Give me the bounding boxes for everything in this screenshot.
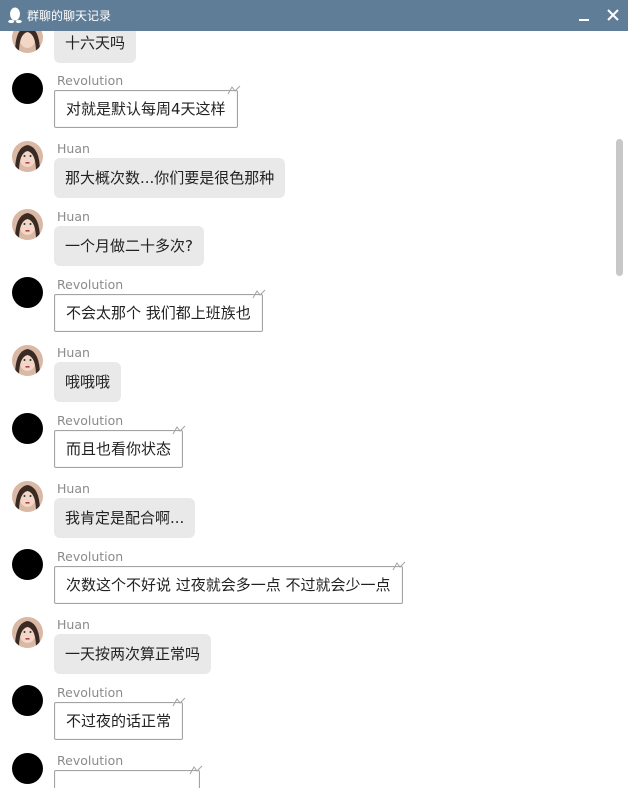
sender-name: Huan bbox=[57, 209, 90, 224]
avatar bbox=[12, 753, 43, 784]
bubble-corner-decoration bbox=[227, 85, 240, 95]
bubble-corner-decoration bbox=[172, 425, 186, 435]
window-title: 群聊的聊天记录 bbox=[27, 9, 112, 23]
avatar bbox=[12, 481, 43, 512]
message-bubble: 我肯定是配合啊... bbox=[54, 498, 196, 538]
avatar bbox=[12, 31, 43, 53]
sender-name: Huan bbox=[57, 617, 90, 632]
qq-penguin-icon bbox=[8, 7, 22, 24]
sender-name: Huan bbox=[57, 481, 90, 496]
sender-name: Huan bbox=[57, 345, 90, 360]
avatar bbox=[12, 209, 43, 240]
message-bubble: 哦哦哦 bbox=[54, 362, 122, 402]
title-bar[interactable]: 群聊的聊天记录 bbox=[0, 0, 628, 31]
message-bubble: 十六天吗 bbox=[54, 31, 137, 63]
minimize-icon bbox=[579, 19, 589, 21]
message-list[interactable]: 十六天吗 Revolution 对就是默认每周4天这样 Huan 那大概次数..… bbox=[0, 31, 628, 788]
message-text: 对就是默认每周4天这样 bbox=[66, 100, 226, 118]
message-bubble: 而且也看你状态 bbox=[54, 425, 186, 468]
avatar bbox=[12, 345, 43, 376]
message-text: 次数这个不好说 过夜就会多一点 不过就会少一点 bbox=[66, 576, 391, 594]
message-bubble: 那大概次数...你们要是很色那种 bbox=[54, 158, 286, 198]
sender-name: Revolution bbox=[57, 73, 124, 88]
avatar bbox=[12, 549, 43, 580]
avatar bbox=[12, 277, 43, 308]
message-text: 不会太那个 我们都上班族也 bbox=[66, 304, 251, 322]
message-bubble: 不会太那个 我们都上班族也 bbox=[54, 289, 266, 332]
avatar bbox=[12, 141, 43, 172]
message-text: 而且也看你状态 bbox=[66, 440, 172, 458]
sender-name: Huan bbox=[57, 141, 90, 156]
message-bubble bbox=[54, 765, 203, 788]
close-button[interactable] bbox=[601, 4, 625, 26]
message-bubble: 对就是默认每周4天这样 bbox=[54, 85, 240, 128]
sender-name: Revolution bbox=[57, 753, 124, 768]
sender-name: Revolution bbox=[57, 413, 124, 428]
sender-name: Revolution bbox=[57, 277, 124, 292]
avatar bbox=[12, 617, 43, 648]
bubble-corner-decoration bbox=[392, 561, 405, 571]
bubble-corner-decoration bbox=[252, 289, 266, 299]
avatar bbox=[12, 73, 43, 104]
message-bubble: 次数这个不好说 过夜就会多一点 不过就会少一点 bbox=[54, 561, 405, 604]
avatar bbox=[12, 413, 43, 444]
avatar bbox=[12, 685, 43, 716]
sender-name: Revolution bbox=[57, 549, 124, 564]
message-bubble: 一天按两次算正常吗 bbox=[54, 634, 212, 674]
vertical-scrollbar[interactable] bbox=[616, 139, 623, 276]
bubble-corner-decoration bbox=[172, 697, 186, 707]
message-bubble: 一个月做二十多次? bbox=[54, 226, 204, 266]
bubble-corner-decoration bbox=[189, 765, 203, 775]
chat-history-window: 群聊的聊天记录 十六天吗 Revolution 对就是默认每周4天这样 Huan… bbox=[0, 0, 628, 788]
message-bubble: 不过夜的话正常 bbox=[54, 697, 186, 740]
sender-name: Revolution bbox=[57, 685, 124, 700]
minimize-button[interactable] bbox=[572, 4, 596, 26]
close-icon bbox=[607, 9, 619, 21]
message-text: 不过夜的话正常 bbox=[66, 712, 172, 730]
